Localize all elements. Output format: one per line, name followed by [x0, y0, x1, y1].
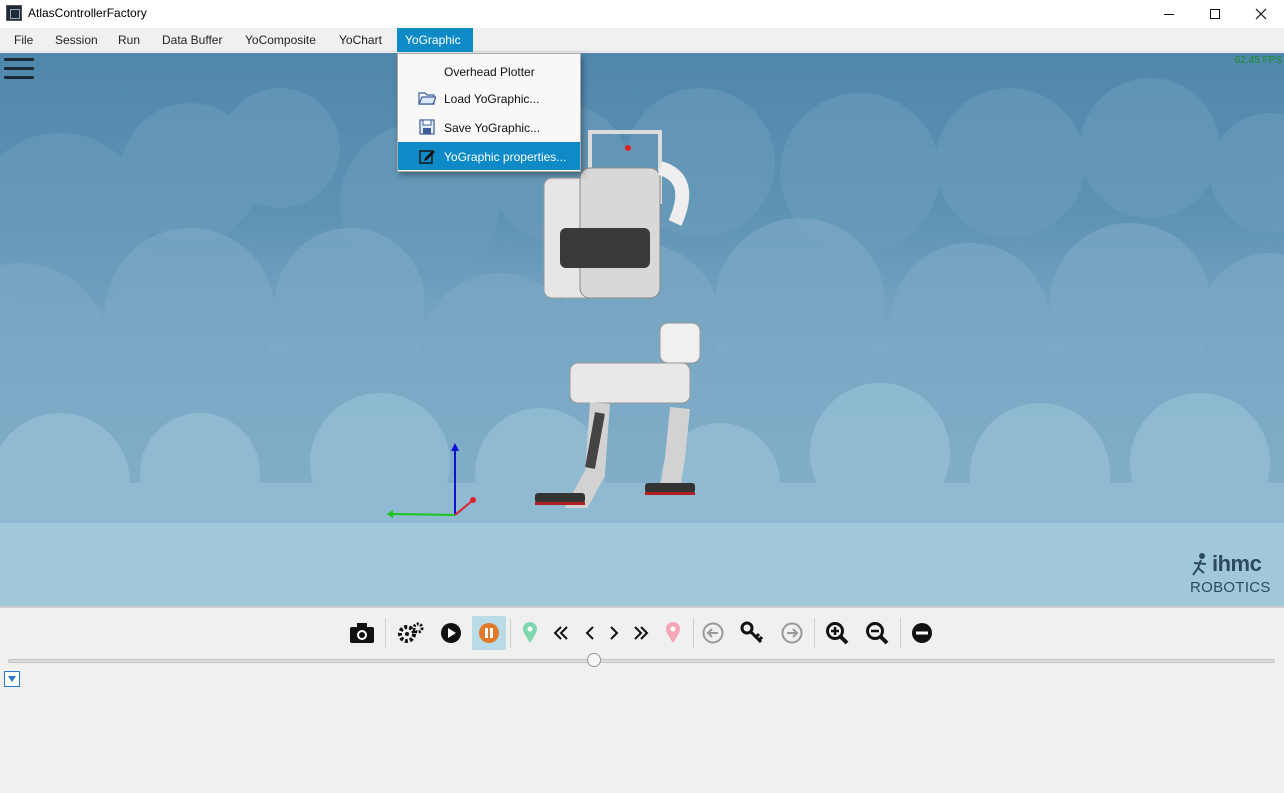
coordinate-axes: [387, 443, 476, 518]
go-to-in-point-icon: [553, 626, 568, 640]
menu-yocomposite[interactable]: YoComposite: [237, 28, 324, 52]
menu-item-label: YoGraphic properties...: [444, 150, 567, 164]
edit-icon: [419, 150, 435, 164]
go-to-out-point-icon: [634, 626, 649, 640]
toolbar-separator: [510, 618, 511, 648]
title-bar: AtlasControllerFactory: [0, 0, 1284, 28]
3d-viewport[interactable]: 62.45 FPS ihmc ROBOTICS: [0, 53, 1284, 606]
remove-icon: [912, 623, 932, 643]
next-key-icon: [781, 622, 803, 644]
floppy-disk-icon: [419, 119, 435, 135]
zoom-out-icon: [866, 622, 889, 645]
expand-panel-button[interactable]: [4, 671, 20, 687]
zoom-in-icon: [826, 622, 849, 645]
snapshot-button[interactable]: [345, 616, 379, 650]
step-forward-icon: [610, 626, 619, 640]
camera-icon: [350, 623, 374, 643]
logo-ihmc-text: ihmc: [1212, 551, 1262, 576]
toolbar-separator: [693, 618, 694, 648]
simulate-button[interactable]: [394, 616, 428, 650]
close-icon: [1255, 8, 1267, 20]
bottom-panel: [0, 606, 1284, 793]
window-title: AtlasControllerFactory: [28, 6, 147, 20]
menu-file[interactable]: File: [6, 28, 41, 52]
menu-item-label: Overhead Plotter: [444, 65, 535, 79]
app-logo-icon: [6, 5, 22, 21]
zoom-out-button[interactable]: [860, 616, 894, 650]
fps-counter: 62.45 FPS: [1234, 55, 1282, 66]
menu-item-label: Load YoGraphic...: [444, 92, 540, 106]
in-point-marker-icon: [523, 622, 537, 643]
toolbar-separator: [385, 618, 386, 648]
toolbar-separator: [814, 618, 815, 648]
remove-button[interactable]: [905, 616, 939, 650]
step-back-icon: [585, 626, 594, 640]
menu-item-load-yographic[interactable]: Load YoGraphic...: [398, 84, 580, 112]
pause-icon: [479, 623, 499, 643]
menu-item-save-yographic[interactable]: Save YoGraphic...: [398, 113, 580, 141]
timeline-slider-thumb[interactable]: [587, 653, 601, 667]
maximize-icon: [1210, 9, 1220, 19]
hamburger-menu-button[interactable]: [4, 58, 34, 82]
previous-key-icon: [702, 622, 724, 644]
menu-session[interactable]: Session: [47, 28, 106, 52]
yographic-dropdown-menu: Overhead Plotter Load YoGraphic... Save …: [397, 53, 581, 172]
menu-bar: File Session Run Data Buffer YoComposite…: [0, 28, 1284, 52]
running-figure-icon: [1192, 553, 1207, 576]
play-button[interactable]: [434, 616, 468, 650]
set-out-point-button[interactable]: [656, 616, 690, 650]
menu-run[interactable]: Run: [110, 28, 148, 52]
minimize-button[interactable]: [1146, 0, 1192, 28]
toolbar-separator: [900, 618, 901, 648]
next-key-button[interactable]: [775, 616, 809, 650]
logo-robotics-text: ROBOTICS: [1190, 579, 1271, 596]
app-window: AtlasControllerFactory File Session Run …: [0, 0, 1284, 793]
maximize-button[interactable]: [1192, 0, 1238, 28]
close-button[interactable]: [1238, 0, 1284, 28]
key-icon: [740, 621, 764, 644]
add-key-button[interactable]: [735, 616, 769, 650]
gears-icon: [398, 622, 424, 643]
out-point-marker-icon: [666, 622, 680, 643]
previous-key-button[interactable]: [696, 616, 730, 650]
ihmc-robotics-logo: ihmc ROBOTICS: [1190, 551, 1280, 599]
menu-yographic[interactable]: YoGraphic: [397, 28, 473, 52]
pause-button[interactable]: [472, 616, 506, 650]
zoom-in-button[interactable]: [820, 616, 854, 650]
menu-item-overhead-plotter[interactable]: Overhead Plotter: [398, 57, 580, 85]
menu-data-buffer[interactable]: Data Buffer: [154, 28, 230, 52]
folder-icon: [418, 92, 436, 105]
play-icon: [441, 623, 461, 643]
timeline-slider-track[interactable]: [8, 659, 1275, 663]
atlas-robot-model: [535, 130, 701, 508]
menu-item-yographic-properties[interactable]: YoGraphic properties...: [398, 142, 580, 170]
set-in-point-button[interactable]: [513, 616, 547, 650]
menu-yochart[interactable]: YoChart: [331, 28, 390, 52]
menu-item-label: Save YoGraphic...: [444, 121, 541, 135]
minimize-icon: [1164, 13, 1174, 15]
go-to-out-point-button[interactable]: [624, 616, 658, 650]
